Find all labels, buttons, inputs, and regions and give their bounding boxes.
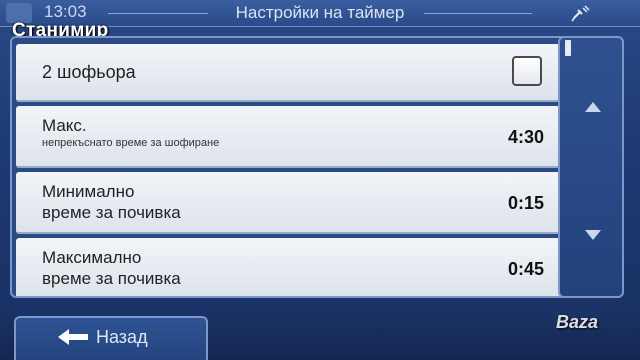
scrollbar[interactable] <box>558 36 624 298</box>
two-drivers-label: 2 шофьора <box>42 62 136 82</box>
back-button-label: Назад <box>96 327 148 347</box>
arrow-left-icon <box>56 327 90 347</box>
min-rest-label: Минимално време за почивка <box>42 181 181 223</box>
satellite-icon[interactable] <box>568 4 594 22</box>
scroll-thumb[interactable] <box>565 40 571 56</box>
max-driving-value: 4:30 <box>507 127 544 147</box>
title-divider-right <box>424 13 532 14</box>
arrow-up-icon[interactable] <box>568 90 618 124</box>
setting-row-min-rest-time[interactable]: Минимално време за почивка 0:15 <box>16 172 560 234</box>
max-driving-label-line1: Макс. <box>42 116 87 135</box>
max-driving-label: Макс. непрекъснато време за шофиране <box>42 115 219 150</box>
max-rest-label-line2: време за почивка <box>42 269 181 288</box>
screen: 13:03 Настройки на таймер Станимир 2 шоф… <box>0 0 640 360</box>
setting-row-max-driving-time[interactable]: Макс. непрекъснато време за шофиране 4:3… <box>16 106 560 168</box>
watermark-logo: Baza <box>556 312 599 332</box>
arrow-down-icon[interactable] <box>568 218 618 252</box>
min-rest-label-line1: Минимално <box>42 182 135 201</box>
two-drivers-checkbox[interactable] <box>512 56 542 86</box>
setting-row-max-rest-time[interactable]: Максимално време за почивка 0:45 <box>16 238 560 296</box>
max-rest-label: Максимално време за почивка <box>42 247 181 289</box>
back-button[interactable]: Назад <box>14 316 208 360</box>
settings-list: 2 шофьора Макс. непрекъснато време за шо… <box>10 36 576 298</box>
max-driving-label-line2: непрекъснато време за шофиране <box>42 137 220 149</box>
min-rest-value: 0:15 <box>507 193 544 213</box>
setting-row-two-drivers[interactable]: 2 шофьора <box>16 44 560 102</box>
min-rest-label-line2: време за почивка <box>42 203 181 222</box>
max-rest-value: 0:45 <box>507 259 544 279</box>
max-rest-label-line1: Максимално <box>42 248 142 267</box>
